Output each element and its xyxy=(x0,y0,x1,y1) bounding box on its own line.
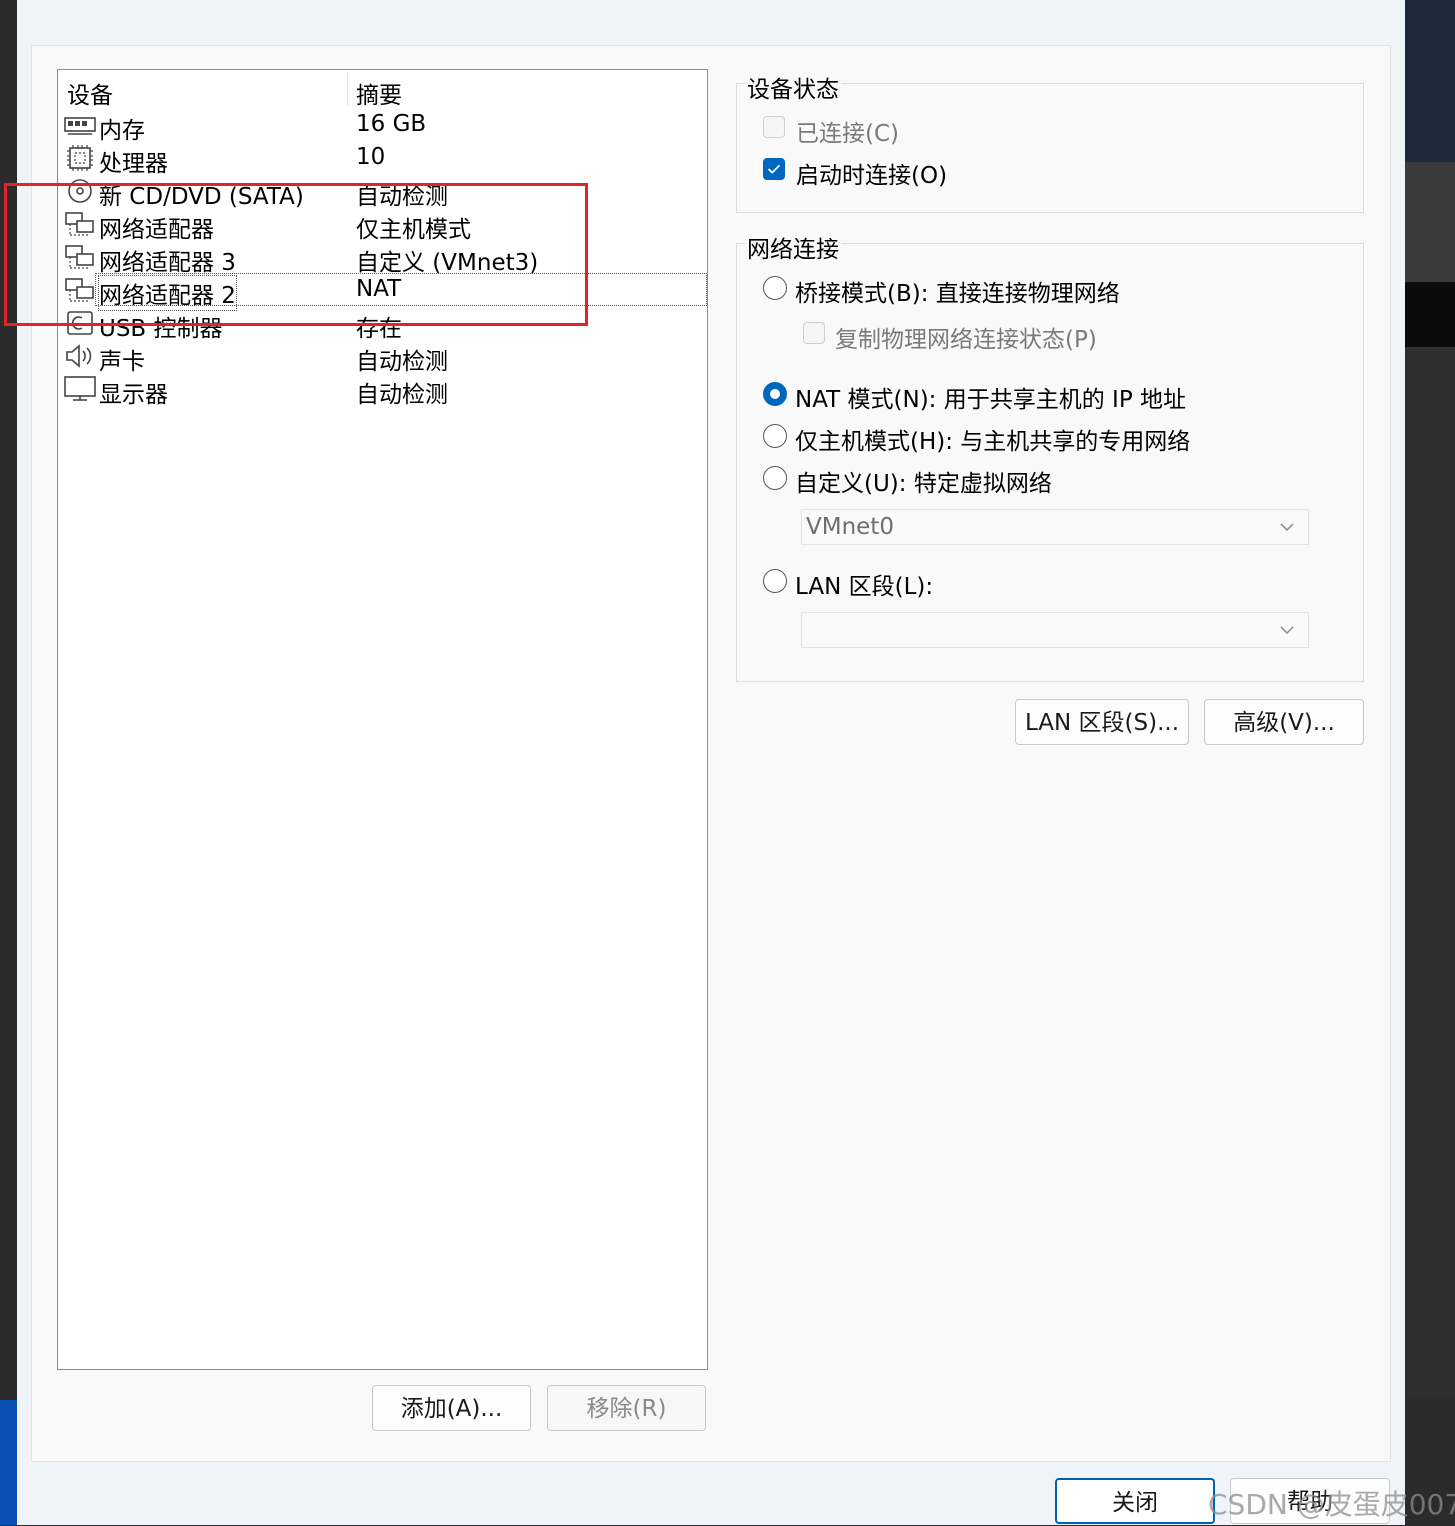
remove-button[interactable]: 移除(R) xyxy=(547,1385,706,1431)
bridged-radio[interactable] xyxy=(763,276,787,300)
lan-segments-button[interactable]: LAN 区段(S)... xyxy=(1015,699,1189,745)
display-icon xyxy=(64,376,96,401)
column-header-summary[interactable]: 摘要 xyxy=(356,76,402,110)
device-summary: 10 xyxy=(356,144,386,170)
lan-segment-select[interactable] xyxy=(801,612,1309,648)
connect-on-start-label[interactable]: 启动时连接(O) xyxy=(796,156,947,190)
check-icon xyxy=(767,164,781,174)
network-adapter-icon xyxy=(65,278,94,302)
device-summary: 自定义 (VMnet3) xyxy=(356,250,539,276)
connected-label[interactable]: 已连接(C) xyxy=(796,114,899,148)
device-row-memory[interactable]: 内存 16 GB xyxy=(62,109,705,144)
close-icon[interactable]: ✕ xyxy=(1375,0,1398,3)
advanced-button[interactable]: 高级(V)... xyxy=(1204,699,1364,745)
add-button[interactable]: 添加(A)... xyxy=(372,1385,531,1431)
device-name: 网络适配器 xyxy=(99,217,214,243)
background-window xyxy=(1405,162,1455,282)
dialog-title: 硬件 xyxy=(49,0,97,1)
device-summary: 16 GB xyxy=(356,111,427,137)
host-only-radio[interactable] xyxy=(763,424,787,448)
watermark: CSDN @皮蛋皮007 xyxy=(1208,1488,1455,1521)
nat-label[interactable]: NAT 模式(N): 用于共享主机的 IP 地址 xyxy=(795,380,1186,414)
device-name: 处理器 xyxy=(99,151,168,177)
connected-checkbox[interactable] xyxy=(763,116,785,138)
lan-segment-radio[interactable] xyxy=(763,569,787,593)
network-adapter-icon xyxy=(65,245,94,269)
device-name: 内存 xyxy=(99,118,145,144)
custom-radio[interactable] xyxy=(763,466,787,490)
custom-network-select[interactable]: VMnet0 xyxy=(801,509,1309,545)
device-name: 显示器 xyxy=(99,382,168,408)
lan-segment-label[interactable]: LAN 区段(L): xyxy=(795,567,933,601)
device-name: 声卡 xyxy=(99,349,145,375)
background-window xyxy=(1405,0,1455,162)
device-row-network-adapter-3[interactable]: 网络适配器 3 自定义 (VMnet3) xyxy=(62,241,705,276)
memory-icon xyxy=(64,117,96,135)
close-button[interactable]: 关闭 xyxy=(1055,1478,1215,1524)
device-summary: 自动检测 xyxy=(356,184,448,210)
usb-icon xyxy=(67,311,93,335)
network-connection-title: 网络连接 xyxy=(745,230,841,264)
device-row-processor[interactable]: 处理器 10 xyxy=(62,142,705,177)
nat-radio[interactable] xyxy=(763,382,787,406)
network-adapter-icon xyxy=(65,212,94,236)
device-summary: 自动检测 xyxy=(356,382,448,408)
background-window xyxy=(1405,282,1455,347)
custom-network-value: VMnet0 xyxy=(806,514,894,540)
device-status-title: 设备状态 xyxy=(745,70,841,104)
device-row-display[interactable]: 显示器 自动检测 xyxy=(62,373,705,408)
connect-on-start-checkbox[interactable] xyxy=(763,158,785,180)
chevron-down-icon xyxy=(1280,626,1294,635)
device-row-usb[interactable]: USB 控制器 存在 xyxy=(62,307,705,342)
sound-icon xyxy=(66,344,92,368)
column-header-device[interactable]: 设备 xyxy=(67,76,113,110)
custom-label[interactable]: 自定义(U): 特定虚拟网络 xyxy=(795,464,1052,498)
device-row-cd-dvd[interactable]: 新 CD/DVD (SATA) 自动检测 xyxy=(62,175,705,210)
device-summary: 自动检测 xyxy=(356,349,448,375)
device-summary: 存在 xyxy=(356,316,402,342)
device-row-sound[interactable]: 声卡 自动检测 xyxy=(62,340,705,375)
background-window xyxy=(1405,347,1455,1397)
device-summary: 仅主机模式 xyxy=(356,217,471,243)
selection-focus-rect xyxy=(95,273,707,306)
replicate-label[interactable]: 复制物理网络连接状态(P) xyxy=(835,320,1097,354)
device-row-network-adapter[interactable]: 网络适配器 仅主机模式 xyxy=(62,208,705,243)
replicate-checkbox[interactable] xyxy=(803,322,825,344)
bridged-label[interactable]: 桥接模式(B): 直接连接物理网络 xyxy=(795,274,1120,308)
device-list[interactable]: 设备 摘要 内存 16 GB 处理器 10 新 CD/DVD (SATA) 自动… xyxy=(57,69,708,1370)
column-divider[interactable] xyxy=(347,72,348,106)
background-taskbar xyxy=(0,1400,17,1525)
device-name: 新 CD/DVD (SATA) xyxy=(99,184,304,210)
cd-dvd-icon xyxy=(68,179,92,203)
chevron-down-icon xyxy=(1280,523,1294,532)
device-name: 网络适配器 3 xyxy=(99,250,236,276)
host-only-label[interactable]: 仅主机模式(H): 与主机共享的专用网络 xyxy=(795,422,1190,456)
device-name: USB 控制器 xyxy=(99,316,223,342)
processor-icon xyxy=(67,145,93,171)
